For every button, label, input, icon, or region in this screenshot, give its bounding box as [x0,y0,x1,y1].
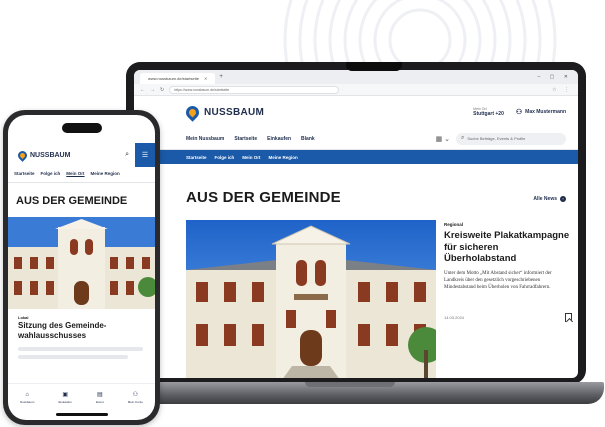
laptop-device: www.nussbaum.de/startseite ✕ + – ▢ ✕ ← →… [126,62,586,384]
location-selector[interactable]: Mein Ort Stuttgart +20 [473,107,504,117]
site-logo[interactable]: NUSSBAUM [204,107,264,118]
phone-teaser-placeholder [18,347,143,351]
tab-startseite[interactable]: Startseite [234,136,257,142]
phone-tab-meine-region[interactable]: Meine Region [91,171,120,182]
user-icon: ⚇ [515,109,523,116]
search-icon[interactable]: ⌕ [125,151,129,159]
section-nav: Startseite Folge ich Mein Ort Meine Regi… [134,150,578,164]
window-controls[interactable]: – ▢ ✕ [538,74,572,80]
tab-blank[interactable]: Blank [301,136,315,142]
all-news-label: Alle News [533,196,557,202]
search-input[interactable]: ⌕ Suche Beiträge, Events & Profile [456,132,566,145]
article-kicker: Regional [444,222,464,227]
grid-menu-icon[interactable]: ▦ ⌄ [436,135,450,143]
phone-article-image[interactable] [8,217,155,309]
user-account-link[interactable]: ⚇ Max Mustermann [516,108,566,116]
browser-tab-bar: www.nussbaum.de/startseite ✕ + – ▢ ✕ [134,70,578,84]
bottom-nav-label: Nussbaum [20,399,35,404]
browser-tab-title: www.nussbaum.de/startseite [148,76,199,81]
url-input[interactable]: https://www.nussbaum.de/startseite [169,85,340,94]
arrow-right-icon[interactable]: → [150,87,155,93]
section-header: AUS DER GEMEINDE Alle News › [134,164,578,206]
article-image[interactable] [186,220,436,378]
arrow-right-icon: › [560,196,566,202]
location-pin-icon [183,102,202,122]
menu-button[interactable]: ☰ [135,143,155,167]
bottom-nav-label: Mein Konto [127,400,143,404]
phone-header: NUSSBAUM ⌕ ☰ [8,143,155,167]
section-title: AUS DER GEMEINDE [186,189,341,206]
tab-mein-nussbaum[interactable]: Mein Nussbaum [186,136,224,142]
bag-icon: ▣ [62,392,68,398]
article-date: 14.03.2024 [444,314,465,320]
user-icon: ⚇ [132,392,139,398]
nav-folge-ich[interactable]: Folge ich [215,155,235,160]
article-text: Regional Kreisweite Plakatkampagne für s… [444,222,572,322]
search-placeholder: Suche Beiträge, Events & Profile [467,136,526,141]
phone-teaser-placeholder [18,355,128,359]
all-news-link[interactable]: Alle News › [533,196,566,206]
menu-icon: ☰ [141,152,149,159]
phone-tabs: Startseite Folge ich Mein Ort Meine Regi… [8,171,155,183]
bottom-nav-nussbaum[interactable]: ⌂ Nussbaum [20,392,34,404]
phone-bottom-nav: ⌂ Nussbaum ▣ Einkaufen ▤ Event ⚇ Mein Ko… [8,383,155,411]
bottom-nav-label: Event [95,400,104,404]
calendar-icon: ▤ [96,392,103,398]
search-icon: ⌕ [461,135,465,141]
new-tab-icon[interactable]: + [219,74,223,80]
user-name: Max Mustermann [525,109,566,115]
reload-icon[interactable]: ↻ [160,87,164,93]
article-headline[interactable]: Kreisweite Plakatkampagne für sicheren Ü… [444,230,572,265]
nav-startseite[interactable]: Startseite [186,155,207,160]
phone-tab-startseite[interactable]: Startseite [14,171,35,182]
site-main-tabs: Mein Nussbaum Startseite Einkaufen Blank… [134,128,578,150]
phone-article-headline[interactable]: Sitzung des Gemeinde-wahlausschusses [18,321,148,341]
laptop-camera-notch [346,62,402,71]
bookmark-icon[interactable] [565,312,572,322]
phone-dynamic-island [62,123,102,133]
bottom-nav-mein-konto[interactable]: ⚇ Mein Konto [128,391,143,404]
location-pin-icon [16,148,29,162]
phone-tab-folge-ich[interactable]: Folge ich [41,171,61,182]
article-meta: 14.03.2024 [444,312,572,322]
tab-einkaufen[interactable]: Einkaufen [267,136,291,142]
laptop-screen: www.nussbaum.de/startseite ✕ + – ▢ ✕ ← →… [134,70,578,378]
home-icon: ⌂ [25,391,30,398]
nav-meine-region[interactable]: Meine Region [269,155,298,160]
article-teaser: Unter dem Motto „Mit Abstand sicher“ inf… [444,270,552,290]
laptop-base-groove [305,382,395,387]
featured-article[interactable]: Regional Kreisweite Plakatkampagne für s… [186,220,578,378]
site-header: NUSSBAUM Mein Ort Stuttgart +20 ⚇ Max Mu… [134,96,578,128]
phone-screen: NUSSBAUM ⌕ ☰ Startseite Folge ich Mein O… [8,115,155,420]
close-icon[interactable]: ✕ [204,76,207,81]
phone-tab-mein-ort[interactable]: Mein Ort [66,171,84,182]
phone-section-title: AUS DER GEMEINDE [16,195,128,207]
phone-logo[interactable]: NUSSBAUM [30,152,70,159]
browser-tab[interactable]: www.nussbaum.de/startseite ✕ [140,73,216,84]
bottom-nav-label: Einkaufen [58,400,72,404]
phone-device: NUSSBAUM ⌕ ☰ Startseite Folge ich Mein O… [3,110,160,425]
nav-mein-ort[interactable]: Mein Ort [242,155,260,160]
browser-toolbar-icons[interactable]: ☆ ⋮ [552,87,572,93]
address-bar: ← → ↻ https://www.nussbaum.de/startseite… [134,84,578,96]
bottom-nav-einkaufen[interactable]: ▣ Einkaufen [59,391,72,404]
arrow-left-icon[interactable]: ← [140,87,145,93]
location-value: Stuttgart +20 [473,111,504,117]
home-indicator[interactable] [56,413,108,416]
phone-article-kicker: Lokal [18,315,29,320]
bottom-nav-event[interactable]: ▤ Event [96,391,104,404]
